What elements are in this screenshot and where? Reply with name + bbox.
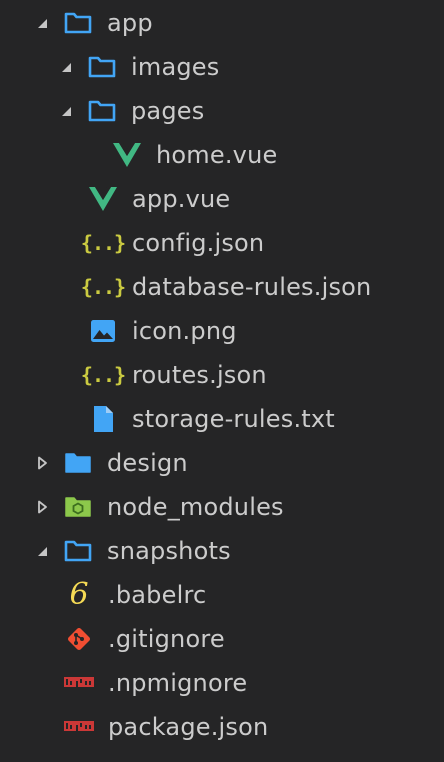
- folder-open-icon: [87, 96, 117, 126]
- tree-item-label: .npmignore: [108, 669, 248, 697]
- folder-open-icon: [87, 52, 117, 82]
- tree-item-icon-png[interactable]: icon.png: [0, 309, 444, 353]
- tree-item-node-modules[interactable]: node_modules: [0, 485, 444, 529]
- tree-item-label: config.json: [132, 229, 265, 257]
- json-icon: {..}: [80, 275, 126, 299]
- expanded-chevron-icon[interactable]: [35, 544, 49, 558]
- tree-item-label: snapshots: [107, 537, 231, 565]
- tree-item-babelrc[interactable]: 6 .babelrc: [0, 573, 444, 617]
- tree-item-label: icon.png: [132, 317, 237, 345]
- tree-item-app-vue[interactable]: app.vue: [0, 177, 444, 221]
- tree-item-package-json[interactable]: package.json: [0, 705, 444, 749]
- folder-closed-icon: [63, 448, 93, 478]
- tree-item-npmignore[interactable]: .npmignore: [0, 661, 444, 705]
- json-icon: {..}: [80, 363, 126, 387]
- babel-icon: 6: [69, 577, 89, 612]
- tree-item-design[interactable]: design: [0, 441, 444, 485]
- npm-icon: [64, 668, 94, 698]
- tree-item-label: app: [107, 9, 153, 37]
- tree-item-label: node_modules: [107, 493, 284, 521]
- folder-open-icon: [63, 536, 93, 566]
- tree-item-home-vue[interactable]: home.vue: [0, 133, 444, 177]
- file-icon: [88, 404, 118, 434]
- collapsed-chevron-icon[interactable]: [35, 456, 49, 470]
- vue-icon: [112, 140, 142, 170]
- tree-item-label: storage-rules.txt: [132, 405, 335, 433]
- tree-item-label: package.json: [108, 713, 269, 741]
- tree-item-app[interactable]: app: [0, 1, 444, 45]
- tree-item-routes-json[interactable]: {..} routes.json: [0, 353, 444, 397]
- tree-item-images[interactable]: images: [0, 45, 444, 89]
- file-explorer: app images pages home.vue app.vue {..} c…: [0, 0, 444, 762]
- json-icon: {..}: [80, 231, 126, 255]
- tree-item-label: app.vue: [132, 185, 231, 213]
- tree-item-storage-rules-txt[interactable]: storage-rules.txt: [0, 397, 444, 441]
- expanded-chevron-icon[interactable]: [59, 104, 73, 118]
- tree-item-label: home.vue: [156, 141, 278, 169]
- tree-item-label: routes.json: [132, 361, 267, 389]
- node-modules-icon: [63, 492, 93, 522]
- tree-item-gitignore[interactable]: .gitignore: [0, 617, 444, 661]
- folder-open-icon: [63, 8, 93, 38]
- tree-item-database-rules-json[interactable]: {..} database-rules.json: [0, 265, 444, 309]
- expanded-chevron-icon[interactable]: [35, 16, 49, 30]
- tree-item-label: .gitignore: [108, 625, 225, 653]
- tree-item-pages[interactable]: pages: [0, 89, 444, 133]
- tree-item-label: .babelrc: [108, 581, 207, 609]
- tree-item-label: images: [131, 53, 220, 81]
- npm-icon: [64, 712, 94, 742]
- expanded-chevron-icon[interactable]: [59, 60, 73, 74]
- tree-item-config-json[interactable]: {..} config.json: [0, 221, 444, 265]
- git-icon: [64, 624, 94, 654]
- tree-item-snapshots[interactable]: snapshots: [0, 529, 444, 573]
- tree-item-label: pages: [131, 97, 205, 125]
- tree-item-label: design: [107, 449, 188, 477]
- tree-item-label: database-rules.json: [132, 273, 372, 301]
- image-icon: [88, 316, 118, 346]
- collapsed-chevron-icon[interactable]: [35, 500, 49, 514]
- vue-icon: [88, 184, 118, 214]
